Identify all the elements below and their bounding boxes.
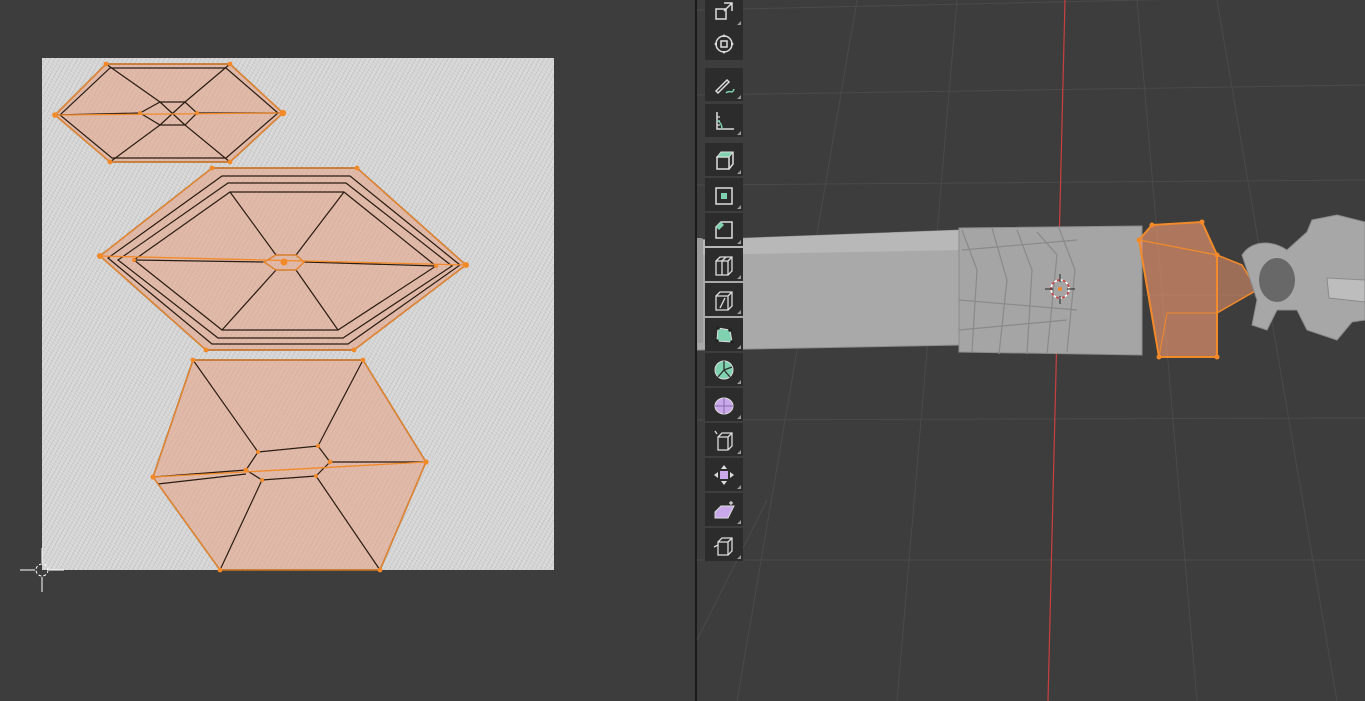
annotate-icon xyxy=(714,78,735,94)
tool-shear[interactable] xyxy=(705,493,743,526)
inset-faces-icon xyxy=(715,186,733,205)
toolbar-edge-tab[interactable] xyxy=(697,238,703,343)
tool-annotate[interactable] xyxy=(705,68,743,101)
viewport-scene[interactable] xyxy=(697,0,1365,701)
shear-icon xyxy=(714,500,735,518)
tool-transform[interactable] xyxy=(705,27,743,60)
transform-icon xyxy=(714,33,734,54)
tool-measure[interactable] xyxy=(705,104,743,137)
tool-poly-build[interactable] xyxy=(705,318,743,351)
edge-slide-icon xyxy=(714,430,733,451)
poly-build-icon xyxy=(715,325,734,344)
scale-icon xyxy=(715,1,733,20)
uv-2d-cursor-icon[interactable] xyxy=(20,548,64,592)
smooth-icon xyxy=(714,397,734,414)
tool-extrude-region[interactable] xyxy=(705,143,743,176)
measure-icon xyxy=(716,111,734,130)
tool-spin[interactable] xyxy=(705,353,743,386)
rip-region-icon xyxy=(713,536,733,556)
bevel-icon xyxy=(715,220,733,239)
sword-mesh[interactable] xyxy=(697,214,1365,360)
extrude-region-icon xyxy=(715,151,735,170)
tool-scale[interactable] xyxy=(705,0,743,27)
uv-editor-area[interactable] xyxy=(0,0,695,701)
tool-bevel[interactable] xyxy=(705,213,743,246)
tool-smooth[interactable] xyxy=(705,388,743,421)
spin-icon xyxy=(714,360,734,379)
loop-cut-icon xyxy=(715,255,733,276)
tool-shrink-fatten[interactable] xyxy=(705,458,743,491)
uv-mesh-overlay[interactable] xyxy=(0,0,695,701)
tool-loop-cut[interactable] xyxy=(705,248,743,281)
shrink-fatten-icon xyxy=(714,464,734,485)
tool-edge-slide[interactable] xyxy=(705,423,743,456)
tool-knife[interactable] xyxy=(705,283,743,316)
knife-icon xyxy=(715,290,733,311)
uv-island-bottom[interactable] xyxy=(152,359,427,571)
tool-rip-region[interactable] xyxy=(705,528,743,561)
3d-viewport[interactable] xyxy=(697,0,1365,701)
tool-inset-faces[interactable] xyxy=(705,178,743,211)
